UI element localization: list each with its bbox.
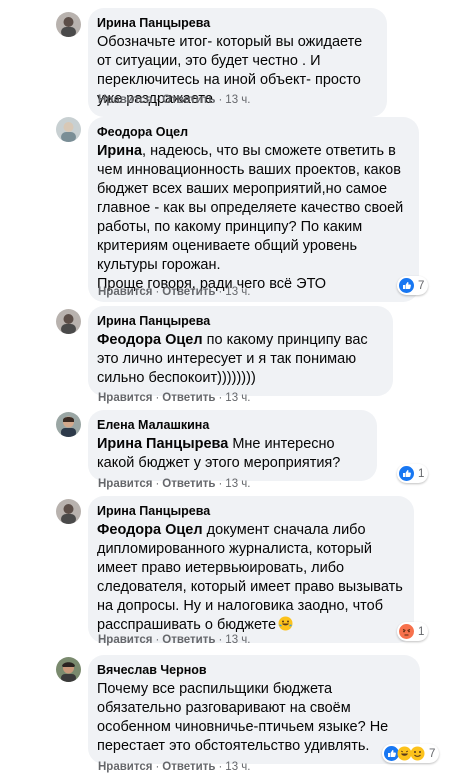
avatar[interactable] (56, 412, 81, 437)
reply-button[interactable]: Ответить (162, 634, 215, 646)
laugh-icon (410, 746, 425, 761)
comment-bubble: Феодора Оцел Ирина, надеюсь, что вы смож… (88, 117, 419, 302)
like-button[interactable]: Нравится (98, 761, 152, 773)
reactions-badge[interactable]: 1 (397, 464, 429, 483)
reply-button[interactable]: Ответить (162, 286, 215, 298)
like-icon (399, 278, 414, 293)
comment-author[interactable]: Ирина Панцырева (97, 313, 382, 330)
comment-author[interactable]: Ирина Панцырева (97, 503, 403, 520)
separator: · (155, 478, 160, 490)
like-button[interactable]: Нравится (98, 286, 152, 298)
separator: · (218, 94, 223, 106)
timestamp[interactable]: 13 ч. (225, 286, 250, 298)
comment-actions: Нравится · Ответить · 13 ч. (98, 285, 250, 299)
separator: · (218, 634, 223, 646)
like-icon (399, 466, 414, 481)
comment-text: Феодора Оцел по какому принципу вас это … (97, 332, 368, 386)
comment-bubble: Ирина Панцырева Феодора Оцел по какому п… (88, 306, 393, 396)
comment-actions: Нравится · Ответить · 13 ч. (98, 477, 250, 491)
reactions-badge[interactable]: 7 (382, 744, 440, 763)
reply-button[interactable]: Ответить (162, 94, 215, 106)
reply-button[interactable]: Ответить (162, 478, 215, 490)
timestamp[interactable]: 13 ч. (225, 94, 250, 106)
timestamp[interactable]: 13 ч. (225, 634, 250, 646)
reactions-badge[interactable]: 1 (397, 622, 429, 641)
separator: · (155, 286, 160, 298)
comment-author[interactable]: Елена Малашкина (97, 417, 366, 434)
separator: · (218, 478, 223, 490)
separator: · (218, 392, 223, 404)
comment-author[interactable]: Вячеслав Чернов (97, 662, 409, 679)
comment-author[interactable]: Феодора Оцел (97, 124, 408, 141)
comment-actions: Нравится · Ответить · 13 ч. (98, 93, 250, 107)
comment-bubble: Ирина Панцырева Феодора Оцел документ сн… (88, 496, 414, 643)
mention-link[interactable]: Ирина (97, 143, 142, 159)
avatar[interactable] (56, 499, 81, 524)
comment-text: Феодора Оцел документ сначала либо дипло… (97, 522, 403, 633)
comment-bubble: Вячеслав Чернов Почему все распильщики б… (88, 655, 420, 764)
comment-author[interactable]: Ирина Панцырева (97, 15, 376, 32)
comment-actions: Нравится · Ответить · 13 ч. (98, 391, 250, 405)
separator: · (155, 94, 160, 106)
comment-actions: Нравится · Ответить · 13 ч. (98, 760, 250, 774)
reply-button[interactable]: Ответить (162, 392, 215, 404)
reaction-count: 7 (429, 747, 436, 760)
comment-text: Почему все распильщики бюджета обязатель… (97, 681, 389, 754)
separator: · (155, 392, 160, 404)
reactions-badge[interactable]: 7 (397, 276, 429, 295)
timestamp[interactable]: 13 ч. (225, 392, 250, 404)
avatar[interactable] (56, 657, 81, 682)
comment-text: Ирина, надеюсь, что вы сможете ответить … (97, 143, 404, 292)
separator: · (218, 761, 223, 773)
mention-link[interactable]: Ирина Панцырева (97, 436, 228, 452)
avatar[interactable] (56, 12, 81, 37)
like-button[interactable]: Нравится (98, 94, 152, 106)
avatar[interactable] (56, 117, 81, 142)
separator: · (155, 634, 160, 646)
reaction-count: 1 (418, 467, 425, 480)
comment-actions: Нравится · Ответить · 13 ч. (98, 633, 250, 647)
timestamp[interactable]: 13 ч. (225, 478, 250, 490)
like-button[interactable]: Нравится (98, 634, 152, 646)
like-button[interactable]: Нравится (98, 478, 152, 490)
mention-link[interactable]: Феодора Оцел (97, 522, 203, 538)
comment-bubble: Елена Малашкина Ирина Панцырева Мне инте… (88, 410, 377, 481)
angry-icon (399, 624, 414, 639)
separator: · (218, 286, 223, 298)
reaction-count: 1 (418, 625, 425, 638)
reaction-count: 7 (418, 279, 425, 292)
avatar[interactable] (56, 309, 81, 334)
timestamp[interactable]: 13 ч. (225, 761, 250, 773)
comment-text: Ирина Панцырева Мне интересно какой бюдж… (97, 436, 341, 471)
like-button[interactable]: Нравится (98, 392, 152, 404)
mention-link[interactable]: Феодора Оцел (97, 332, 203, 348)
reply-button[interactable]: Ответить (162, 761, 215, 773)
rofl-emoji (278, 616, 293, 631)
separator: · (155, 761, 160, 773)
